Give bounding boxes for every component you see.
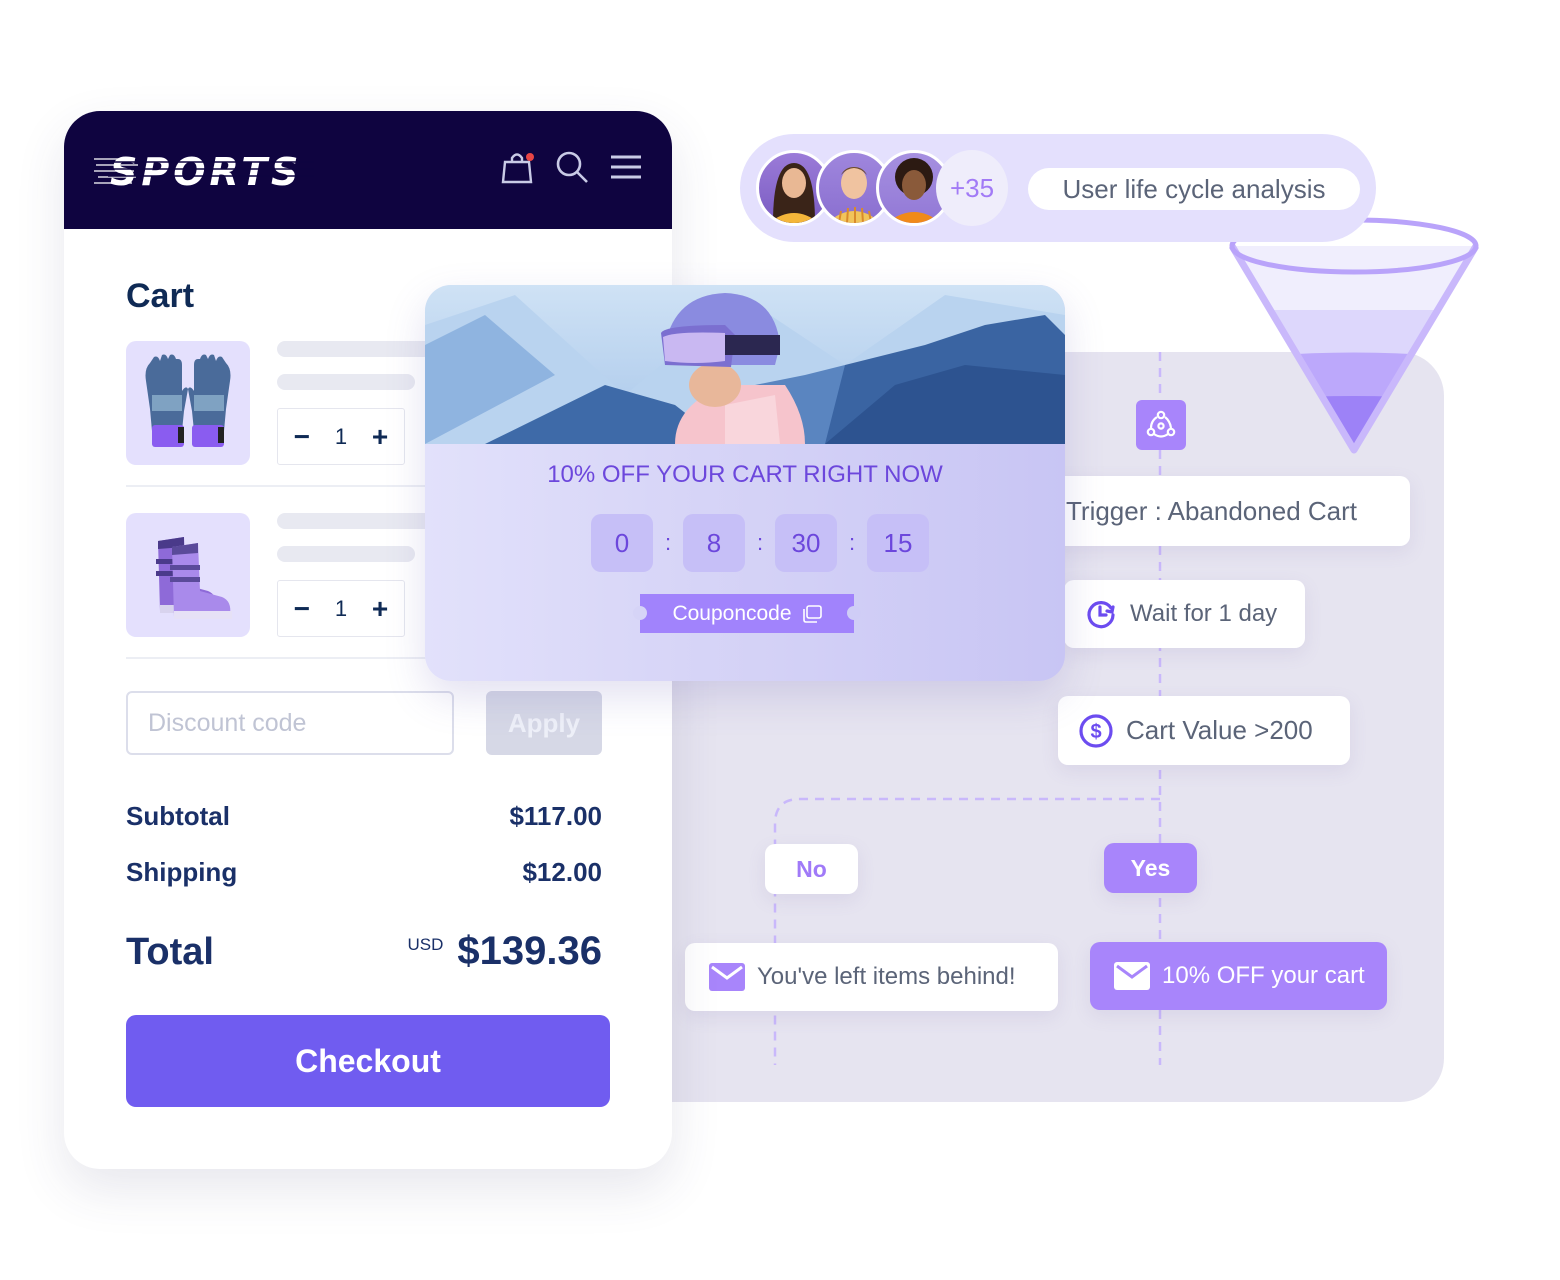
wait-node[interactable]: Wait for 1 day [1064, 580, 1305, 648]
no-label-text: No [796, 855, 827, 882]
increase-quantity-button[interactable]: + [365, 421, 395, 453]
timer-separator: : [756, 530, 764, 555]
svg-text:$: $ [1090, 721, 1101, 743]
cart-title: Cart [126, 277, 195, 315]
discount-code-input[interactable] [126, 691, 454, 755]
condition-node[interactable]: $ Cart Value >200 [1058, 696, 1350, 765]
discount-promo-popup: 10% OFF YOUR CART RIGHT NOW 0 : 8 : 30 :… [425, 285, 1065, 681]
total-row: Total USD $139.36 [126, 929, 602, 974]
apply-discount-button[interactable]: Apply [486, 691, 602, 755]
subtotal-value: $117.00 [509, 801, 602, 831]
timer-days: 0 [591, 514, 653, 572]
yes-action-email-node[interactable]: 10% OFF your cart [1090, 942, 1387, 1010]
copy-icon[interactable] [802, 604, 822, 623]
subtotal-row: Subtotal $117.00 [126, 801, 602, 832]
trigger-label: Trigger : Abandoned Cart [1066, 495, 1357, 526]
timer-separator: : [664, 530, 672, 555]
envelope-icon [709, 963, 745, 991]
store-header: SPORTS [64, 111, 672, 229]
skier-mountain-banner [425, 285, 1065, 444]
no-action-label: You've left items behind! [757, 963, 1016, 990]
condition-label: Cart Value >200 [1126, 715, 1313, 745]
total-label: Total [126, 931, 214, 973]
decrease-quantity-button[interactable]: − [287, 593, 317, 625]
shipping-label: Shipping [126, 857, 238, 887]
coupon-code-ticket[interactable]: Couponcode [633, 594, 861, 633]
funnel-icon [1228, 217, 1480, 454]
increase-quantity-button[interactable]: + [365, 593, 395, 625]
coupon-label: Couponcode [672, 601, 792, 625]
extra-users-count[interactable]: +35 [936, 150, 1008, 226]
sports-logo[interactable]: SPORTS [94, 147, 314, 191]
trigger-node[interactable]: Trigger : Abandoned Cart [1046, 476, 1410, 546]
yes-branch-label[interactable]: Yes [1104, 843, 1197, 893]
shipping-value: $12.00 [522, 857, 602, 887]
workflow-nodes-icon [1146, 410, 1176, 438]
envelope-icon [1114, 962, 1150, 990]
subtotal-label: Subtotal [126, 801, 230, 831]
total-currency: USD [407, 935, 444, 954]
quantity-value: 1 [334, 423, 348, 449]
yes-label-text: Yes [1130, 854, 1171, 881]
shipping-row: Shipping $12.00 [126, 857, 602, 888]
timer-separator: : [848, 530, 856, 555]
timer-seconds: 15 [867, 514, 929, 572]
yes-action-label: 10% OFF your cart [1162, 962, 1365, 989]
search-icon[interactable] [554, 149, 590, 185]
quantity-stepper: − 1 + [277, 408, 405, 465]
lifecycle-analysis-label[interactable]: User life cycle analysis [1028, 168, 1360, 210]
decrease-quantity-button[interactable]: − [287, 421, 317, 453]
gloves-image[interactable] [126, 341, 250, 465]
no-action-email-node[interactable]: You've left items behind! [685, 943, 1058, 1011]
trigger-node-icon-box[interactable] [1136, 400, 1186, 450]
no-branch-label[interactable]: No [765, 844, 858, 894]
wait-label: Wait for 1 day [1130, 600, 1278, 627]
dollar-circle-icon: $ [1078, 713, 1114, 749]
clock-refresh-icon [1084, 597, 1118, 631]
shopping-bag-icon[interactable] [500, 149, 536, 185]
item-detail-placeholder [277, 546, 415, 562]
timer-hours: 8 [683, 514, 745, 572]
item-detail-placeholder [277, 374, 415, 390]
quantity-stepper: − 1 + [277, 580, 405, 637]
checkout-button[interactable]: Checkout [126, 1015, 610, 1107]
quantity-value: 1 [334, 595, 348, 621]
timer-minutes: 30 [775, 514, 837, 572]
promo-title: 10% OFF YOUR CART RIGHT NOW [547, 461, 943, 488]
boots-image[interactable] [126, 513, 250, 637]
cart-notification-dot [526, 153, 534, 161]
total-value: $139.36 [457, 929, 602, 973]
brand-text: SPORTS [110, 150, 302, 191]
hamburger-menu-icon[interactable] [608, 149, 644, 185]
countdown-timer: 0 : 8 : 30 : 15 [591, 514, 929, 572]
